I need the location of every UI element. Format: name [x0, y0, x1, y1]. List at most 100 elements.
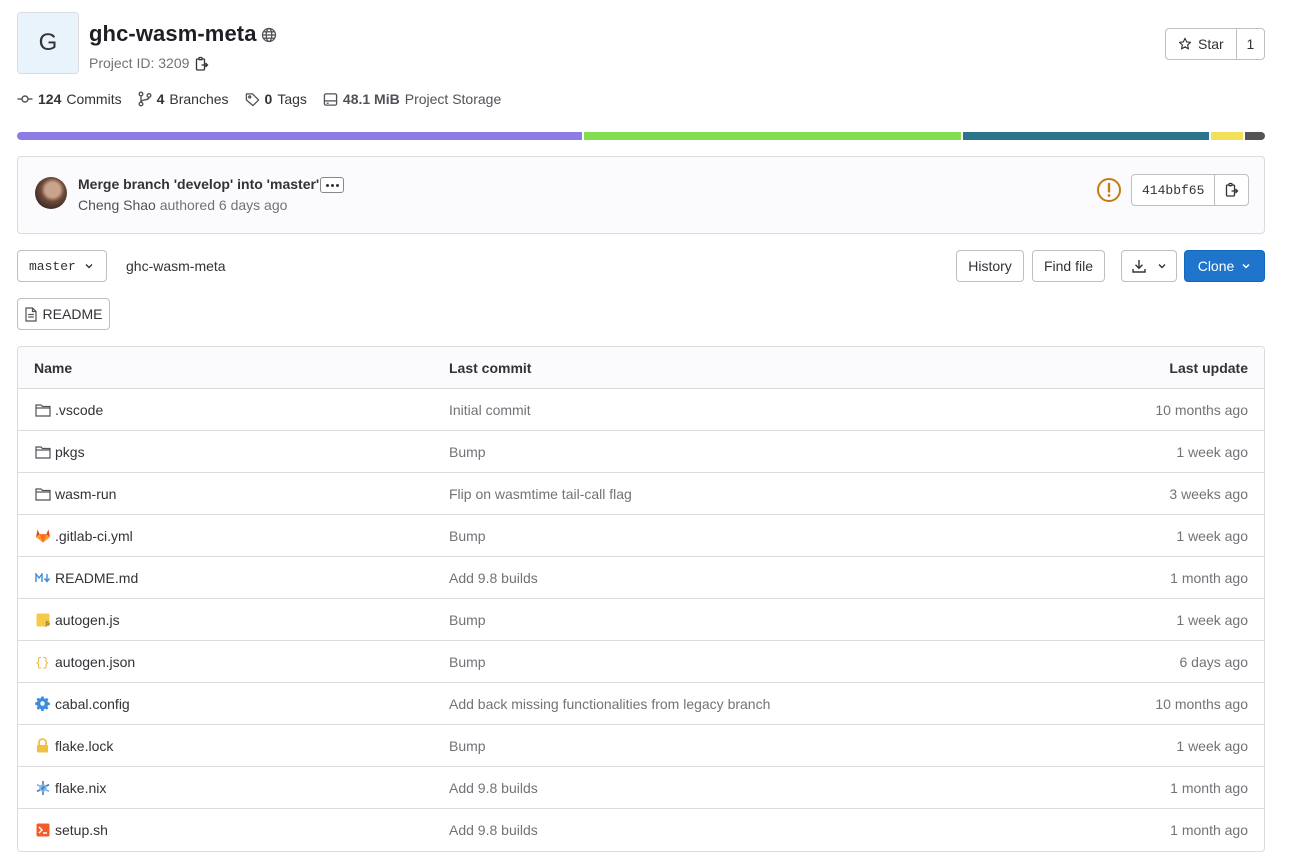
table-row[interactable]: README.md Add 9.8 builds 1 month ago — [18, 557, 1264, 599]
table-row[interactable]: js autogen.js Bump 1 week ago — [18, 599, 1264, 641]
column-header-last-commit: Last commit — [449, 359, 532, 376]
file-name[interactable]: flake.lock — [55, 738, 113, 754]
markdown-icon — [34, 570, 51, 586]
javascript-icon: js — [34, 612, 51, 628]
file-name[interactable]: flake.nix — [55, 780, 106, 796]
table-row[interactable]: .gitlab-ci.yml Bump 1 week ago — [18, 515, 1264, 557]
readme-label: README — [42, 306, 103, 322]
language-segment[interactable] — [1245, 132, 1265, 140]
table-row[interactable]: wasm-run Flip on wasmtime tail-call flag 3… — [18, 473, 1264, 515]
gear-icon — [34, 696, 51, 712]
file-name-cell[interactable]: wasm-run — [34, 473, 116, 514]
find-file-button[interactable]: Find file — [1032, 250, 1105, 282]
file-last-update: 10 months ago — [1155, 695, 1248, 712]
file-name-cell[interactable]: js autogen.js — [34, 599, 120, 640]
file-name-cell[interactable]: flake.nix — [34, 767, 106, 808]
file-name-cell[interactable]: pkgs — [34, 431, 85, 472]
file-last-commit[interactable]: Add back missing functionalities from le… — [449, 683, 770, 724]
folder-icon — [34, 444, 51, 460]
file-last-commit[interactable]: Bump — [449, 515, 486, 556]
clone-label: Clone — [1197, 258, 1235, 274]
document-icon — [24, 306, 37, 322]
file-last-commit[interactable]: Bump — [449, 599, 486, 640]
table-row[interactable]: flake.nix Add 9.8 builds 1 month ago — [18, 767, 1264, 809]
branch-name: master — [29, 258, 76, 274]
file-last-update: 3 weeks ago — [1169, 485, 1248, 502]
project-stats: 124 Commits 4 Branches 0 Tags 48.1 MiB P… — [17, 91, 517, 107]
file-name[interactable]: .vscode — [55, 402, 103, 418]
commit-sha[interactable]: 414bbf65 — [1132, 175, 1216, 205]
file-name-cell[interactable]: setup.sh — [34, 809, 108, 850]
file-name-cell[interactable]: README.md — [34, 557, 138, 598]
table-header-row: Name Last commit Last update — [18, 347, 1264, 389]
pipeline-warning-icon[interactable] — [1096, 177, 1122, 203]
commits-link[interactable]: 124 Commits — [17, 91, 122, 107]
copy-project-id-icon[interactable] — [195, 56, 209, 72]
star-label: Star — [1198, 36, 1224, 52]
table-row[interactable]: flake.lock Bump 1 week ago — [18, 725, 1264, 767]
terminal-icon — [34, 822, 51, 838]
file-last-commit[interactable]: Add 9.8 builds — [449, 767, 538, 808]
author-avatar[interactable] — [35, 177, 67, 209]
language-segment[interactable] — [583, 132, 961, 140]
language-segment[interactable] — [17, 132, 582, 140]
file-name[interactable]: autogen.json — [55, 654, 135, 670]
branch-switcher[interactable]: master — [17, 250, 107, 282]
file-last-commit[interactable]: Initial commit — [449, 389, 531, 430]
file-name-cell[interactable]: flake.lock — [34, 725, 113, 766]
storage-icon — [323, 92, 338, 107]
file-name-cell[interactable]: .gitlab-ci.yml — [34, 515, 133, 556]
file-name-cell[interactable]: cabal.config — [34, 683, 130, 724]
table-row[interactable]: {} autogen.json Bump 6 days ago — [18, 641, 1264, 683]
file-name[interactable]: README.md — [55, 570, 138, 586]
file-tree-table: Name Last commit Last update .vscode Init… — [17, 346, 1265, 852]
commits-label: Commits — [66, 91, 122, 107]
chevron-down-icon — [84, 261, 94, 271]
file-last-commit[interactable]: Bump — [449, 431, 486, 472]
file-last-commit[interactable]: Bump — [449, 641, 486, 682]
folder-icon — [34, 402, 51, 418]
file-name[interactable]: wasm-run — [55, 486, 116, 502]
file-name-cell[interactable]: .vscode — [34, 389, 103, 430]
file-last-commit[interactable]: Flip on wasmtime tail-call flag — [449, 473, 632, 514]
project-title[interactable]: ghc-wasm-meta — [89, 21, 257, 47]
table-row[interactable]: pkgs Bump 1 week ago — [18, 431, 1264, 473]
file-name[interactable]: autogen.js — [55, 612, 120, 628]
tags-link[interactable]: 0 Tags — [245, 91, 307, 107]
star-icon — [1178, 37, 1192, 51]
table-row[interactable]: setup.sh Add 9.8 builds 1 month ago — [18, 809, 1264, 851]
file-last-commit[interactable]: Add 9.8 builds — [449, 809, 538, 850]
star-button[interactable]: Star 1 — [1165, 28, 1265, 60]
tags-count: 0 — [264, 91, 273, 107]
nix-icon — [34, 780, 51, 796]
clone-button[interactable]: Clone — [1184, 250, 1265, 282]
history-button[interactable]: History — [956, 250, 1024, 282]
breadcrumb[interactable]: ghc-wasm-meta — [126, 258, 226, 274]
readme-button[interactable]: README — [17, 298, 110, 330]
file-name[interactable]: .gitlab-ci.yml — [55, 528, 133, 544]
repository-languages-bar[interactable] — [17, 132, 1265, 140]
download-button[interactable] — [1121, 250, 1177, 282]
storage-link[interactable]: 48.1 MiB Project Storage — [323, 91, 501, 107]
file-name[interactable]: pkgs — [55, 444, 85, 460]
tags-label: Tags — [277, 91, 307, 107]
file-last-commit[interactable]: Add 9.8 builds — [449, 557, 538, 598]
file-name[interactable]: setup.sh — [55, 822, 108, 838]
commit-author[interactable]: Cheng Shao — [78, 197, 156, 213]
file-last-commit[interactable]: Bump — [449, 725, 486, 766]
copy-sha-button[interactable] — [1215, 175, 1248, 205]
project-avatar[interactable]: G — [17, 12, 79, 74]
table-row[interactable]: .vscode Initial commit 10 months ago — [18, 389, 1264, 431]
toggle-commit-description-button[interactable] — [320, 177, 344, 193]
commit-message[interactable]: Merge branch 'develop' into 'master' — [78, 176, 319, 192]
file-name[interactable]: cabal.config — [55, 696, 130, 712]
language-segment[interactable] — [962, 132, 1209, 140]
file-name-cell[interactable]: {} autogen.json — [34, 641, 136, 682]
branches-link[interactable]: 4 Branches — [138, 91, 229, 107]
star-count[interactable]: 1 — [1237, 29, 1264, 59]
table-row[interactable]: cabal.config Add back missing functionali… — [18, 683, 1264, 725]
language-segment[interactable] — [1210, 132, 1244, 140]
commit-icon — [17, 91, 33, 107]
column-header-name: Name — [34, 359, 73, 376]
svg-text:{}: {} — [35, 656, 49, 669]
